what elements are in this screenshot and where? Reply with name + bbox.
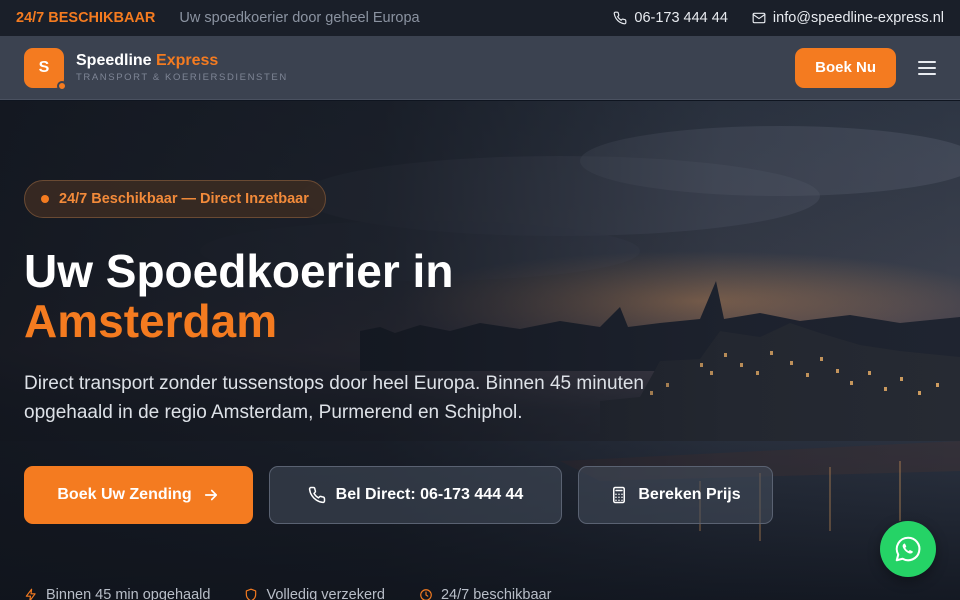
main-nav: S Speedline Express TRANSPORT & KOERIERS… xyxy=(0,36,960,100)
whatsapp-button[interactable] xyxy=(880,521,936,577)
top-bar: 24/7 BESCHIKBAAR Uw spoedkoerier door ge… xyxy=(0,0,960,36)
book-now-button[interactable]: Boek Nu xyxy=(795,47,896,88)
book-shipment-label: Boek Uw Zending xyxy=(57,486,192,503)
brand[interactable]: Speedline Express TRANSPORT & KOERIERSDI… xyxy=(76,52,288,83)
email-link[interactable]: info@speedline-express.nl xyxy=(752,10,944,26)
feature-label: Binnen 45 min opgehaald xyxy=(46,587,211,600)
book-shipment-button[interactable]: Boek Uw Zending xyxy=(24,466,253,524)
clock-icon xyxy=(420,589,432,600)
hero-subtext: Direct transport zonder tussenstops door… xyxy=(24,373,644,423)
availability-badge: 24/7 Beschikbaar — Direct Inzetbaar xyxy=(24,180,326,218)
headline-line1: Uw Spoedkoerier in xyxy=(24,245,454,297)
feature-list: Binnen 45 min opgehaald Volledig verzeke… xyxy=(24,587,551,600)
arrow-right-icon xyxy=(204,489,217,501)
mail-icon xyxy=(752,12,766,24)
brand-subtitle: TRANSPORT & KOERIERSDIENSTEN xyxy=(76,72,288,83)
feature-item: Binnen 45 min opgehaald xyxy=(24,587,210,600)
hamburger-menu-icon[interactable] xyxy=(918,60,936,75)
feature-item: 24/7 beschikbaar xyxy=(419,587,551,600)
status-dot xyxy=(41,195,49,203)
email-address: info@speedline-express.nl xyxy=(772,10,944,26)
calculate-price-button[interactable]: Bereken Prijs xyxy=(578,466,773,524)
hero-overlay xyxy=(0,101,960,600)
hero-headline: Uw Spoedkoerier in Amsterdam xyxy=(24,246,453,346)
logo-letter: S xyxy=(38,58,50,76)
brand-name: Speedline Express xyxy=(76,52,288,70)
availability-label: 24/7 BESCHIKBAAR xyxy=(16,10,156,26)
calculator-icon xyxy=(613,486,626,504)
phone-number: 06-173 444 44 xyxy=(634,10,728,26)
phone-icon xyxy=(308,486,325,504)
badge-text: 24/7 Beschikbaar — Direct Inzetbaar xyxy=(59,191,309,207)
calculate-price-label: Bereken Prijs xyxy=(638,486,741,503)
headline-city: Amsterdam xyxy=(24,295,278,347)
hero-section: 24/7 Beschikbaar — Direct Inzetbaar Uw S… xyxy=(0,101,960,600)
shield-icon xyxy=(246,588,257,600)
feature-label: Volledig verzekerd xyxy=(266,587,385,600)
brand-name-main: Speedline xyxy=(76,52,152,69)
call-direct-button[interactable]: Bel Direct: 06-173 444 44 xyxy=(269,466,562,524)
lightning-icon xyxy=(25,588,36,600)
brand-name-accent: Express xyxy=(156,52,219,69)
feature-label: 24/7 beschikbaar xyxy=(440,587,552,600)
feature-item: Volledig verzekerd xyxy=(244,587,385,600)
logo-mark[interactable]: S xyxy=(24,47,67,91)
logo-dot xyxy=(57,80,67,91)
phone-link[interactable]: 06-173 444 44 xyxy=(613,10,728,26)
whatsapp-icon xyxy=(895,536,921,562)
tagline: Uw spoedkoerier door geheel Europa xyxy=(179,10,420,26)
call-direct-label: Bel Direct: 06-173 444 44 xyxy=(335,486,524,503)
phone-icon xyxy=(614,11,627,25)
